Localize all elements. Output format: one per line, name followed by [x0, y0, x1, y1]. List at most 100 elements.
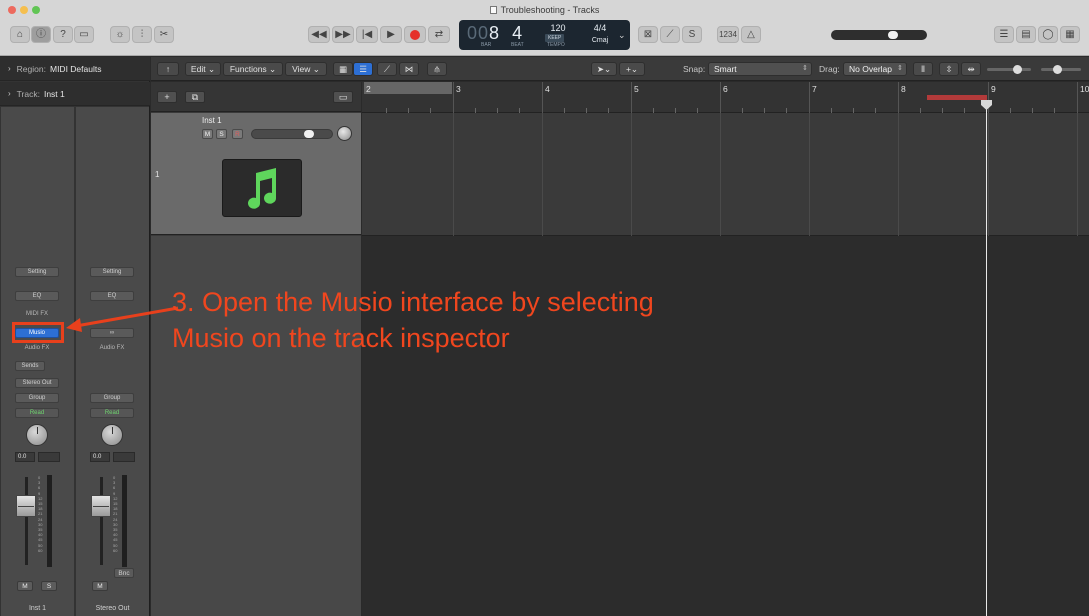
mute-button[interactable]: M [92, 581, 108, 591]
note-pad-button[interactable]: ▤ [1016, 26, 1036, 43]
editors-button[interactable]: ✂ [154, 26, 174, 43]
add-track-button[interactable]: + [157, 91, 177, 103]
count-in-button[interactable]: 1234 [717, 26, 739, 43]
audio-fx-label[interactable]: Audio FX [90, 345, 134, 351]
audio-fx-label[interactable]: Audio FX [15, 345, 59, 351]
toolbar-button[interactable]: ▭ [74, 26, 94, 43]
inspector-button[interactable]: ⓘ [31, 26, 51, 43]
track-record-enable-button[interactable]: R [232, 129, 243, 139]
track-name[interactable]: Inst 1 [202, 116, 222, 125]
go-to-beginning-button[interactable]: |◀ [356, 26, 378, 43]
smart-controls-icon: ☼ [115, 28, 125, 40]
drag-dropdown[interactable]: No Overlap ⇕ [843, 62, 907, 76]
pointer-tool-menu[interactable]: ➤⌄ [591, 62, 617, 76]
volume-fader[interactable]: 0 3 6 9 12 15 18 21 24 30 35 40 45 50 60 [91, 475, 131, 567]
solo-button[interactable]: S [682, 26, 702, 43]
solo-button[interactable]: S [41, 581, 57, 591]
automation-mode-button[interactable]: Read [15, 408, 59, 418]
eq-button[interactable]: EQ [15, 291, 59, 301]
smart-controls-button[interactable]: ☼ [110, 26, 130, 43]
sends-button[interactable]: Sends [15, 361, 45, 371]
bar-number: 10 [1080, 84, 1089, 94]
track-header-toolbar: + ⧉ ▭ [151, 82, 361, 112]
setting-button[interactable]: Setting [90, 267, 134, 277]
tuner-button[interactable]: ⟋ [660, 26, 680, 43]
library-icon: ⌂ [16, 28, 24, 40]
replace-button[interactable]: ⊠ [638, 26, 658, 43]
rewind-button[interactable]: ◀◀ [308, 26, 330, 43]
bar-number: 2 [366, 84, 371, 94]
browsers-button[interactable]: ▦ [1060, 26, 1080, 43]
library-button[interactable]: ⌂ [10, 26, 30, 43]
bar-number: 3 [456, 84, 461, 94]
master-volume-slider[interactable] [831, 30, 927, 40]
output-button[interactable]: Stereo Out [15, 378, 59, 388]
vertical-zoom-slider[interactable] [987, 65, 1031, 74]
bounce-button[interactable]: Bnc [114, 568, 134, 578]
pan-knob[interactable] [26, 424, 48, 446]
automation-button[interactable]: ⟋ [377, 62, 397, 76]
track-pan-knob[interactable] [337, 126, 352, 141]
vertical-fit-button[interactable]: ⇳ [939, 62, 959, 76]
channel-strip-inst1: Setting EQ MIDI FX Musio Audio FX Sends … [1, 107, 74, 616]
automation-mode-button[interactable]: Read [90, 408, 134, 418]
up-button[interactable]: ↑ [157, 62, 179, 76]
level-meter [122, 475, 127, 567]
master-volume-knob[interactable] [888, 31, 898, 39]
mute-button[interactable]: M [17, 581, 33, 591]
meter-scale: 0 3 6 9 12 15 18 21 24 30 35 40 45 50 60 [113, 475, 118, 553]
edit-menu[interactable]: Edit ⌄ [185, 62, 221, 76]
chevron-down-icon[interactable]: ⌄ [618, 30, 626, 41]
functions-menu[interactable]: Functions ⌄ [223, 62, 283, 76]
group-button[interactable]: Group [90, 393, 134, 403]
track-inspector-header[interactable]: › Track: Inst 1 [0, 82, 150, 106]
play-button[interactable]: ▶ [380, 26, 402, 43]
note-pad-icon: ▤ [1021, 28, 1031, 40]
grid-view-button[interactable]: ▦ [333, 62, 353, 76]
group-button[interactable]: Group [15, 393, 59, 403]
metronome-button[interactable]: △ [741, 26, 761, 43]
pan-knob[interactable] [101, 424, 123, 446]
track-mute-button[interactable]: M [202, 129, 213, 139]
window-title: Troubleshooting - Tracks [0, 5, 1089, 15]
fader-cap[interactable] [91, 495, 111, 517]
cycle-area[interactable] [364, 82, 452, 94]
duplicate-track-button[interactable]: ⧉ [185, 91, 205, 103]
fader-cap[interactable] [16, 495, 36, 517]
horizontal-zoom-slider[interactable] [1041, 65, 1081, 74]
region-inspector-header[interactable]: › Region: MIDI Defaults [0, 57, 150, 81]
snap-dropdown[interactable]: Smart ⇕ [708, 62, 812, 76]
track-lane-inst1[interactable] [362, 113, 1089, 236]
record-button[interactable] [404, 26, 426, 43]
track-header-inst1[interactable]: 1 Inst 1 M S R [151, 113, 361, 235]
eq-button[interactable]: EQ [90, 291, 134, 301]
duplicate-icon: ⧉ [191, 91, 199, 102]
list-editors-button[interactable]: ☰ [994, 26, 1014, 43]
playhead[interactable] [986, 100, 987, 616]
cycle-button[interactable]: ⇄ [428, 26, 450, 43]
secondary-tool-menu[interactable]: +⌄ [619, 62, 645, 76]
quick-help-button[interactable]: ? [53, 26, 73, 43]
view-menu[interactable]: View ⌄ [285, 62, 327, 76]
flex-icon: ⋈ [404, 63, 414, 74]
tracks-toolbar: ↑ Edit ⌄ Functions ⌄ View ⌄ ▦ ☰ ⟋ ⋈ ⫛ ➤⌄… [151, 57, 1089, 81]
track-volume-slider[interactable] [251, 129, 333, 139]
global-tracks-button[interactable]: ▭ [333, 91, 353, 103]
waveform-zoom-button[interactable]: ⫴ [913, 62, 933, 76]
loop-icon: ◯ [1042, 28, 1054, 40]
loop-browser-button[interactable]: ◯ [1038, 26, 1058, 43]
list-view-button[interactable]: ☰ [353, 62, 373, 76]
lcd-bar-prefix: 00 [467, 23, 490, 43]
fast-forward-button[interactable]: ▶▶ [332, 26, 354, 43]
horizontal-fit-button[interactable]: ⇹ [961, 62, 981, 76]
track-icon[interactable] [222, 159, 302, 217]
flex-button[interactable]: ⋈ [399, 62, 419, 76]
mixer-button[interactable]: ⫶ [132, 26, 152, 43]
catch-button[interactable]: ⫛ [427, 62, 447, 76]
midi-fx-label[interactable]: MIDI FX [15, 311, 59, 317]
bar-ruler[interactable]: 2 3 4 5 6 7 8 9 10 [362, 82, 1089, 113]
setting-button[interactable]: Setting [15, 267, 59, 277]
volume-fader[interactable]: 0 3 6 9 12 15 18 21 24 30 35 40 45 50 60 [16, 475, 56, 567]
lcd-display[interactable]: 008 4 BAR BEAT 120 KEEP TEMPO 4/4 Cmaj ⌄ [459, 20, 630, 50]
track-solo-button[interactable]: S [216, 129, 227, 139]
